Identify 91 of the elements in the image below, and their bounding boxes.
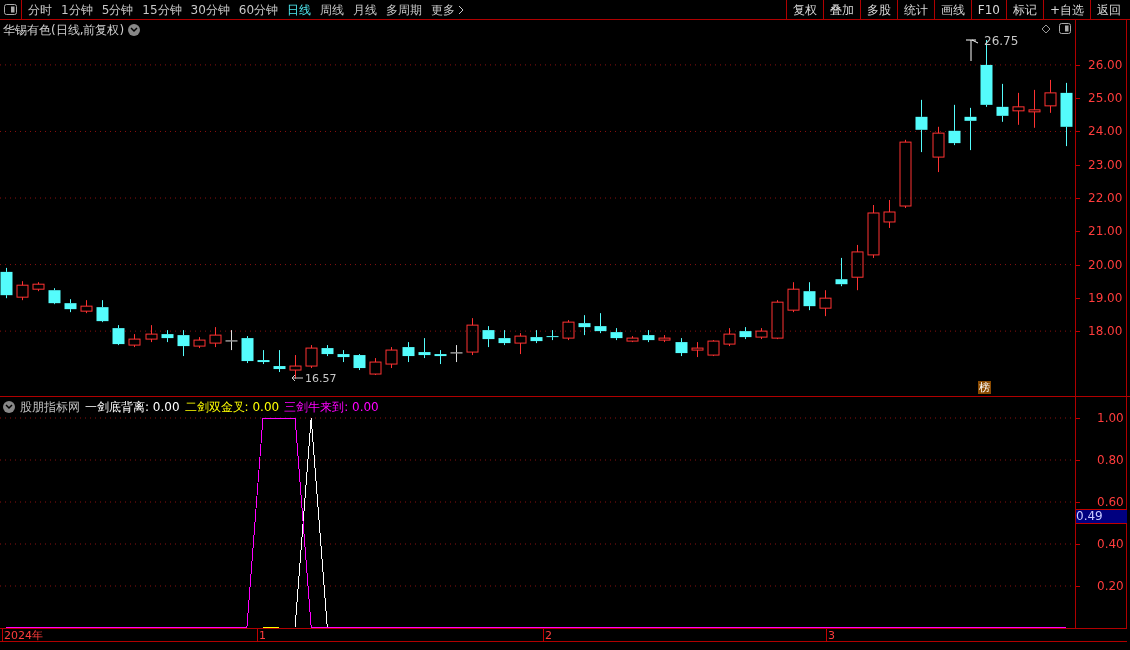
candlestick (0, 267, 13, 299)
high-price-label: 26.75 (984, 33, 1019, 50)
date-axis-label: 3 (828, 629, 835, 642)
date-axis-label: 1 (259, 629, 266, 642)
candlestick (1028, 89, 1041, 129)
candlestick (241, 335, 254, 364)
period-tab[interactable]: 周线 (320, 0, 345, 19)
axis-label: 24.00 (1088, 124, 1123, 139)
period-tab[interactable]: 日线 (287, 0, 312, 19)
period-tab[interactable]: 月线 (353, 0, 378, 19)
candlestick (642, 329, 655, 343)
candlestick (948, 104, 961, 146)
candlestick (257, 349, 270, 365)
candlestick (64, 298, 77, 313)
period-tab[interactable]: 30分钟 (190, 0, 230, 19)
candlestick (803, 281, 816, 311)
period-tab[interactable]: 更多 (431, 0, 465, 19)
axis-label: 22.00 (1088, 191, 1123, 205)
axis-label: 18.00 (1088, 324, 1123, 339)
candlestick (739, 326, 752, 340)
candlestick (530, 329, 543, 344)
period-tab[interactable]: 分时 (28, 0, 52, 19)
period-tab[interactable]: 15分钟 (142, 0, 182, 19)
candlestick (273, 349, 286, 373)
toolbar-button[interactable]: 返回 (1090, 0, 1127, 19)
candlestick (434, 349, 447, 365)
stock-title: 华锡有色(日线,前复权) (3, 22, 125, 39)
low-price-label: 16.57 (305, 371, 337, 387)
candlestick (161, 329, 174, 343)
axis-label: 0.20 (1097, 579, 1124, 593)
low-arrow-icon (291, 374, 304, 382)
candlestick (482, 325, 495, 348)
toolbar-button[interactable]: F10 (970, 0, 1006, 19)
axis-label: 0.60 (1097, 495, 1124, 509)
toolbar-button[interactable]: +自选 (1042, 0, 1090, 19)
diamond-icon[interactable] (1041, 23, 1051, 34)
candlestick (225, 329, 238, 351)
candlestick (546, 329, 559, 341)
axis-label: 21.00 (1088, 224, 1123, 239)
candlestick (450, 344, 463, 363)
candlestick (578, 314, 591, 336)
period-tab[interactable]: 60分钟 (238, 0, 279, 19)
date-axis-label: 2024年 (4, 629, 43, 642)
panel-toggle-icon[interactable] (1059, 23, 1071, 34)
candlestick (321, 344, 334, 357)
period-tab[interactable]: 1分钟 (61, 0, 93, 19)
candlestick (498, 329, 511, 346)
candlestick (418, 337, 431, 359)
candlestick (1012, 92, 1025, 126)
toolbar-button[interactable]: 画线 (933, 0, 971, 19)
candlestick (1060, 82, 1073, 147)
candlestick (594, 312, 607, 334)
toolbar-button[interactable]: 统计 (896, 0, 934, 19)
candlestick (915, 99, 928, 153)
chevron-right-icon (458, 4, 465, 15)
toolbar-button[interactable]: 叠加 (822, 0, 860, 19)
axis-label: 20.00 (1088, 257, 1123, 272)
dropdown-icon[interactable] (3, 401, 15, 413)
candlestick (996, 83, 1009, 123)
high-marker-icon (965, 39, 979, 62)
axis-label: 0.80 (1097, 453, 1124, 467)
candlestick (112, 324, 125, 345)
candlestick (1044, 79, 1057, 114)
candlestick (835, 257, 848, 287)
candlestick (48, 287, 61, 304)
date-axis-label: 2 (545, 629, 552, 642)
axis-label: 26.00 (1088, 57, 1123, 72)
period-tab[interactable]: 多周期 (386, 0, 423, 19)
axis-label: 19.00 (1088, 290, 1123, 305)
toolbar-button[interactable]: 多股 (859, 0, 897, 19)
current-value-badge: 0.49 (1076, 509, 1127, 524)
candlestick (675, 337, 688, 357)
candlestick (964, 107, 977, 151)
candlestick (337, 349, 350, 363)
candlestick (96, 299, 109, 322)
period-tab[interactable]: 5分钟 (101, 0, 134, 19)
toolbar-button[interactable]: 标记 (1005, 0, 1043, 19)
toolbar-button[interactable]: 复权 (785, 0, 823, 19)
indicator-legend-value: 三剑牛来到: 0.00 (284, 399, 379, 416)
axis-label: 1.00 (1097, 411, 1124, 425)
dropdown-icon[interactable] (128, 24, 141, 36)
candlestick (402, 341, 415, 363)
indicator-legend-value: 二剑双金叉: 0.00 (184, 399, 280, 416)
rank-badge[interactable]: 榜 (978, 381, 991, 394)
axis-label: 23.00 (1088, 157, 1123, 172)
indicator-name: 股朋指标网 (20, 399, 80, 416)
candlestick (177, 329, 190, 357)
candlestick (610, 327, 623, 341)
axis-label: 0.40 (1097, 537, 1124, 551)
indicator-legend-value: 一剑底背离: 0.00 (85, 399, 180, 416)
axis-label: 25.00 (1088, 91, 1123, 106)
